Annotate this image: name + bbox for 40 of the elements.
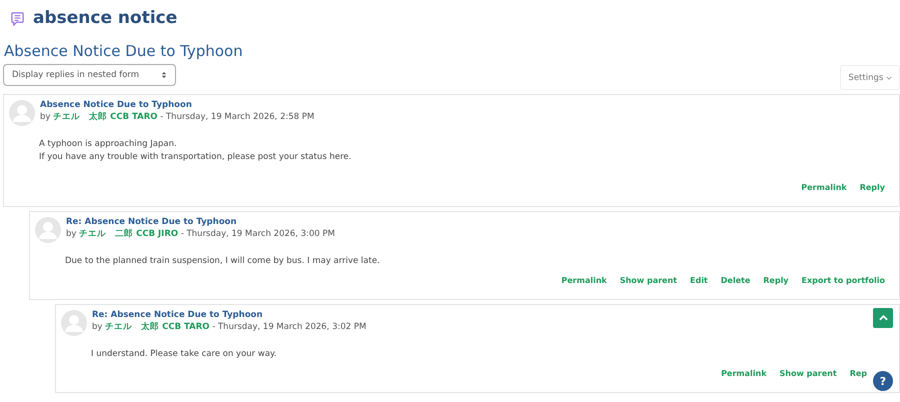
- by-label: by: [40, 112, 50, 122]
- author-link[interactable]: チエル 太郎 CCB TARO: [53, 112, 158, 122]
- forum-icon: [10, 10, 25, 26]
- action-link[interactable]: Show parent: [780, 369, 837, 378]
- settings-button[interactable]: Settings: [840, 65, 900, 90]
- action-link[interactable]: Permalink: [801, 183, 847, 192]
- action-link[interactable]: Rep: [850, 369, 867, 378]
- sort-arrows-icon: [161, 71, 167, 79]
- caret-icon: [878, 315, 888, 321]
- post-date: - Thursday, 19 March 2026, 3:02 PM: [212, 322, 366, 332]
- avatar-icon: [9, 100, 35, 126]
- post-subject[interactable]: Re: Absence Notice Due to Typhoon: [92, 310, 366, 321]
- action-link[interactable]: Permalink: [561, 276, 607, 285]
- action-link[interactable]: Reply: [763, 276, 789, 285]
- page-title: absence notice: [33, 8, 178, 28]
- post-text: I understand. Please take care on your way.: [91, 348, 277, 361]
- post-text: If you have any trouble with transportation, please post your status here.: [39, 151, 352, 164]
- action-link[interactable]: Reply: [860, 183, 885, 192]
- display-mode-select[interactable]: Display replies in nested form: [3, 64, 176, 86]
- avatar-icon: [35, 217, 61, 243]
- action-link[interactable]: Permalink: [721, 369, 767, 378]
- action-link[interactable]: Export to portfolio: [802, 276, 885, 285]
- avatar-icon: [61, 310, 87, 336]
- post-text: Due to the planned train suspension, I will come by bus. I may arrive late.: [65, 255, 380, 268]
- action-link[interactable]: Delete: [720, 276, 750, 285]
- author-link[interactable]: チエル 太郎 CCB TARO: [105, 322, 210, 332]
- post-text: A typhoon is approaching Japan.: [39, 138, 177, 151]
- author-link[interactable]: チエル 二郎 CCB JIRO: [79, 229, 178, 239]
- post-date: - Thursday, 19 March 2026, 3:00 PM: [180, 229, 335, 239]
- by-label: by: [66, 229, 76, 239]
- post-date: - Thursday, 19 March 2026, 2:58 PM: [160, 112, 314, 122]
- post-subject[interactable]: Re: Absence Notice Due to Typhoon: [66, 217, 335, 228]
- chevron-down-icon: [886, 76, 892, 80]
- post-subject[interactable]: Absence Notice Due to Typhoon: [40, 100, 314, 111]
- by-label: by: [92, 322, 102, 332]
- action-link[interactable]: Show parent: [620, 276, 677, 285]
- action-link[interactable]: Edit: [690, 276, 708, 285]
- help-button[interactable]: ?: [873, 371, 893, 391]
- discussion-title: Absence Notice Due to Typhoon: [4, 42, 244, 60]
- back-to-top-button[interactable]: [873, 308, 893, 328]
